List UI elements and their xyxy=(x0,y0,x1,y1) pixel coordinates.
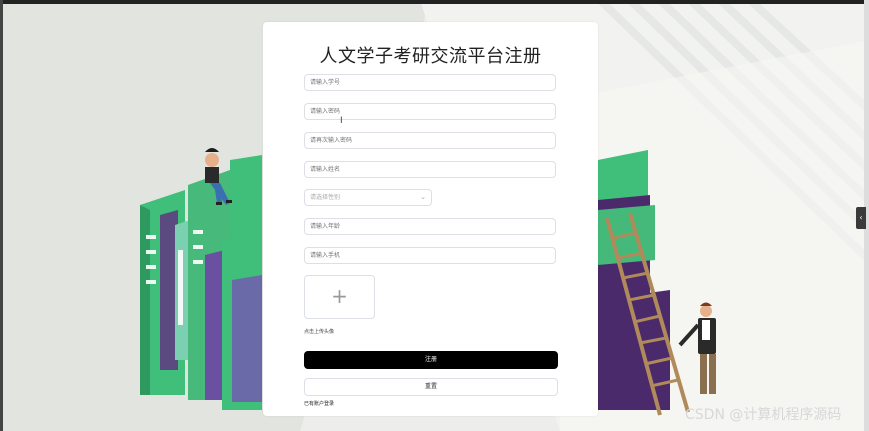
reset-button[interactable]: 重置 xyxy=(304,378,558,396)
gender-select[interactable]: 请选择性别 ⌄ xyxy=(304,189,432,206)
register-button[interactable]: 注册 xyxy=(304,351,558,369)
window-top-border xyxy=(0,0,869,4)
login-link[interactable]: 已有账户登录 xyxy=(304,400,334,407)
watermark: CSDN @计算机程序源码 xyxy=(685,407,842,423)
avatar-upload[interactable]: + xyxy=(304,275,375,319)
register-card: 人文学子考研交流平台注册 请选择性别 ⌄ + 点击上传头像 注册 重置 已有账户… xyxy=(263,22,598,416)
window-left-border xyxy=(0,0,3,431)
gender-select-placeholder: 请选择性别 xyxy=(310,194,341,201)
text-cursor-icon: I xyxy=(340,116,343,126)
chevron-down-icon: ⌄ xyxy=(420,193,426,201)
confirm-password-input[interactable] xyxy=(304,132,556,149)
student-id-input[interactable] xyxy=(304,74,556,91)
name-input[interactable] xyxy=(304,161,556,178)
phone-input[interactable] xyxy=(304,247,556,264)
page-title: 人文学子考研交流平台注册 xyxy=(319,46,542,67)
plus-icon: + xyxy=(331,284,348,308)
age-input[interactable] xyxy=(304,218,556,235)
side-collapse-tab[interactable]: ‹ xyxy=(856,207,866,229)
upload-hint: 点击上传头像 xyxy=(304,329,335,335)
